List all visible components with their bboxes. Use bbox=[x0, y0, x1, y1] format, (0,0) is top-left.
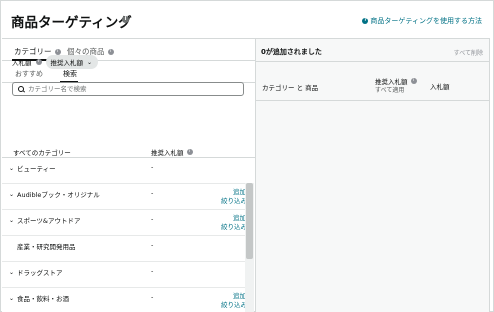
category-search-input[interactable] bbox=[28, 85, 228, 93]
row-actions: 追加 絞り込み bbox=[221, 292, 247, 310]
chevron-down-icon[interactable]: ⌄ bbox=[9, 269, 15, 276]
category-search bbox=[12, 82, 244, 96]
chevron-down-icon[interactable]: ⌄ bbox=[9, 191, 15, 198]
bid-type-value: 推奨入札額 bbox=[50, 59, 84, 67]
table-row: ⌄ ドラッグストア - bbox=[2, 262, 246, 288]
question-circle-icon: ? bbox=[362, 18, 369, 24]
column-header-bid: 入札額 bbox=[430, 83, 450, 91]
add-link[interactable]: 追加 bbox=[221, 214, 246, 223]
category-name[interactable]: ⌄ 食品・飲料・お酒 bbox=[9, 293, 69, 304]
add-link[interactable]: 追加 bbox=[221, 292, 246, 301]
info-icon[interactable]: i bbox=[410, 78, 417, 84]
table-row: ⌄ 食品・飲料・お酒 - 追加 絞り込み bbox=[2, 288, 247, 312]
category-list: ⌄ ビューティー - ⌄ Audibleブック・オリジナル - 追加 絞り込み … bbox=[2, 158, 255, 312]
category-name-label: Audibleブック・オリジナル bbox=[17, 191, 100, 199]
bid-setting: 入札額 i 推奨入札額 ⌄ bbox=[12, 55, 99, 69]
suggested-bid-value: - bbox=[151, 163, 154, 171]
divider bbox=[256, 100, 490, 101]
info-icon[interactable]: i bbox=[54, 48, 61, 55]
add-link[interactable]: 追加 bbox=[221, 188, 246, 197]
info-icon[interactable]: i bbox=[107, 48, 114, 55]
chevron-down-icon[interactable]: ⌄ bbox=[9, 295, 15, 302]
table-row: ⌄ ビューティー - bbox=[2, 158, 246, 184]
category-name[interactable]: ⌄ スポーツ&アウトドア bbox=[9, 215, 81, 226]
search-icon bbox=[18, 85, 25, 93]
added-table-header: カテゴリー と 商品 推奨入札額 i すべて適用 入札額 bbox=[256, 61, 490, 101]
category-name-label: 食品・飲料・お酒 bbox=[17, 295, 69, 303]
refine-link[interactable]: 絞り込み bbox=[221, 223, 247, 232]
info-icon[interactable]: i bbox=[35, 59, 42, 65]
category-name-label: ビューティー bbox=[17, 165, 56, 173]
suggested-bid-value: - bbox=[151, 241, 154, 249]
remove-all-button[interactable]: すべて削除 bbox=[454, 48, 483, 57]
column-header-category-label: すべてのカテゴリー bbox=[13, 149, 71, 157]
row-actions: 追加 絞り込み bbox=[221, 214, 247, 232]
suggested-bid-value: - bbox=[151, 215, 154, 223]
suggested-bid-value: - bbox=[151, 293, 154, 301]
subtab-search[interactable]: 検索 bbox=[63, 69, 77, 79]
category-name[interactable]: ⌄ ドラッグストア bbox=[9, 267, 63, 278]
chevron-down-icon[interactable]: ⌄ bbox=[9, 217, 15, 224]
info-icon[interactable]: i bbox=[186, 149, 193, 155]
category-name-label: スポーツ&アウトドア bbox=[17, 217, 81, 225]
category-name[interactable]: ⌄ ビューティー bbox=[9, 163, 56, 174]
column-header-suggested-bid: 推奨入札額 i bbox=[151, 147, 193, 157]
column-header-category: すべてのカテゴリー bbox=[13, 147, 71, 157]
category-name-label: ドラッグストア bbox=[17, 269, 63, 277]
bid-label: 入札額 bbox=[12, 59, 32, 67]
suggested-bid-value: - bbox=[151, 189, 154, 197]
table-row: ⌄ Audibleブック・オリジナル - 追加 絞り込み bbox=[2, 184, 247, 210]
category-name[interactable]: 産業・研究開発用品 bbox=[9, 241, 76, 251]
bid-type-dropdown[interactable]: 推奨入札額 ⌄ bbox=[45, 55, 99, 69]
added-targets-panel: 0が追加されました すべて削除 カテゴリー と 商品 推奨入札額 i すべて適用… bbox=[256, 38, 490, 312]
category-name-label: 産業・研究開発用品 bbox=[17, 243, 76, 251]
added-count-title: 0が追加されました bbox=[261, 48, 322, 56]
chevron-down-icon[interactable]: ⌄ bbox=[9, 165, 15, 172]
table-row: ⌄ スポーツ&アウトドア - 追加 絞り込み bbox=[2, 210, 247, 236]
help-link[interactable]: ? 商品ターゲティングを使用する方法 bbox=[362, 16, 482, 26]
chevron-down-icon: ⌄ bbox=[87, 58, 93, 66]
refine-link[interactable]: 絞り込み bbox=[221, 301, 247, 310]
column-header-category-product: カテゴリー と 商品 bbox=[262, 84, 319, 92]
scrollbar-thumb[interactable] bbox=[246, 183, 253, 259]
help-link-label: 商品ターゲティングを使用する方法 bbox=[370, 17, 482, 25]
column-header-suggested-bid-label: 推奨入札額 bbox=[151, 149, 184, 157]
row-actions: 追加 絞り込み bbox=[221, 188, 247, 206]
page-title: 商品ターゲティング bbox=[11, 15, 132, 31]
category-name[interactable]: ⌄ Audibleブック・オリジナル bbox=[9, 189, 100, 200]
suggested-bid-value: - bbox=[151, 267, 154, 275]
table-row: 産業・研究開発用品 - bbox=[2, 236, 246, 262]
apply-all-link[interactable]: すべて適用 bbox=[375, 85, 404, 94]
subtab-suggested[interactable]: おすすめ bbox=[15, 69, 43, 79]
refine-link[interactable]: 絞り込み bbox=[221, 197, 247, 206]
page-header: 商品ターゲティング i ? 商品ターゲティングを使用する方法 bbox=[0, 0, 494, 40]
info-icon[interactable]: i bbox=[122, 16, 129, 23]
